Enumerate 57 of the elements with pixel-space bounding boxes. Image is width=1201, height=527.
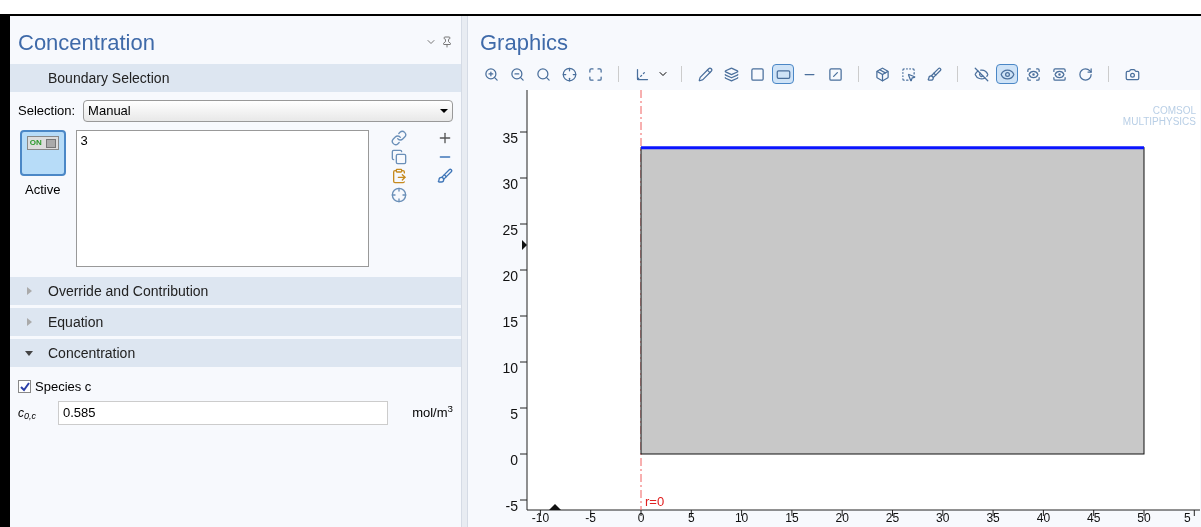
logo: COMSOL bbox=[1152, 105, 1196, 116]
x-tick-label: 20 bbox=[835, 511, 849, 525]
x-tick-label: -5 bbox=[585, 511, 597, 525]
y-tick-label: 10 bbox=[502, 360, 518, 376]
expanded-caret-icon bbox=[25, 350, 33, 356]
x-tick-label: 0 bbox=[637, 511, 645, 525]
x-tick-label: 45 bbox=[1087, 511, 1101, 525]
pin-icon[interactable] bbox=[441, 36, 453, 48]
symbol-label: c$_{0,c}$ bbox=[18, 404, 37, 422]
section-header[interactable]: Equation bbox=[10, 308, 461, 336]
axis-label: r=0 bbox=[645, 494, 665, 509]
species-checkbox[interactable] bbox=[18, 380, 31, 394]
y-tick-label: 30 bbox=[502, 176, 518, 192]
zoom-selection-icon[interactable] bbox=[391, 187, 407, 203]
collapsed-caret-icon bbox=[26, 318, 32, 326]
copy-icon[interactable] bbox=[391, 149, 407, 165]
panel-title: Concentration bbox=[18, 28, 155, 57]
x-tick-label: 25 bbox=[885, 511, 900, 525]
y-tick-label: 25 bbox=[502, 222, 518, 238]
y-tick-label: -5 bbox=[505, 498, 518, 514]
x-tick-label: 35 bbox=[986, 511, 1000, 525]
clear-icon[interactable] bbox=[437, 168, 453, 184]
y-tick-label: 20 bbox=[502, 268, 518, 284]
selection-label: Selection: bbox=[18, 102, 76, 121]
y-tick-label: 0 bbox=[510, 452, 518, 468]
selection-dropdown[interactable]: Manual bbox=[83, 100, 453, 122]
logo: MULTIPHYSICS bbox=[1122, 116, 1196, 127]
paste-icon[interactable] bbox=[391, 168, 407, 184]
rounded-rect-icon[interactable] bbox=[772, 64, 794, 84]
x-tick-label: 5 bbox=[687, 511, 695, 525]
y-tick-label: 5 bbox=[510, 406, 518, 422]
section-header[interactable]: Boundary Selection bbox=[10, 64, 461, 92]
x-tick-label: 15 bbox=[785, 511, 799, 525]
list-item[interactable]: 3 bbox=[80, 131, 364, 151]
x-tick-label: -10 bbox=[531, 511, 550, 525]
domain-rectangle[interactable] bbox=[640, 147, 1145, 455]
x-tick-label: 5 bbox=[1184, 511, 1191, 525]
x-tick-label: 40 bbox=[1036, 511, 1051, 525]
x-tick-label: 10 bbox=[734, 511, 749, 525]
selection-list[interactable]: 3 bbox=[75, 130, 369, 267]
selected-boundary[interactable] bbox=[641, 146, 1144, 150]
x-tick-label: 50 bbox=[1137, 511, 1151, 525]
link-icon[interactable] bbox=[391, 130, 407, 146]
unit-label: mol/m$^{3}$ bbox=[412, 402, 453, 422]
y-tick-label: 35 bbox=[502, 130, 518, 146]
section-header[interactable]: Concentration bbox=[10, 339, 461, 367]
panel-title: Graphics bbox=[480, 28, 569, 57]
concentration-input[interactable]: 0.585 bbox=[58, 400, 388, 425]
x-tick-label: 30 bbox=[936, 511, 950, 525]
view-marker-icon bbox=[549, 504, 561, 510]
y-tick-label: 15 bbox=[502, 314, 518, 330]
eye-icon[interactable] bbox=[996, 64, 1018, 84]
collapsed-caret-icon bbox=[26, 287, 32, 295]
add-icon[interactable] bbox=[437, 130, 453, 146]
section-header[interactable]: Override and Contribution bbox=[10, 277, 461, 305]
species-label: Species c bbox=[35, 378, 92, 396]
active-label: Active bbox=[25, 181, 61, 199]
